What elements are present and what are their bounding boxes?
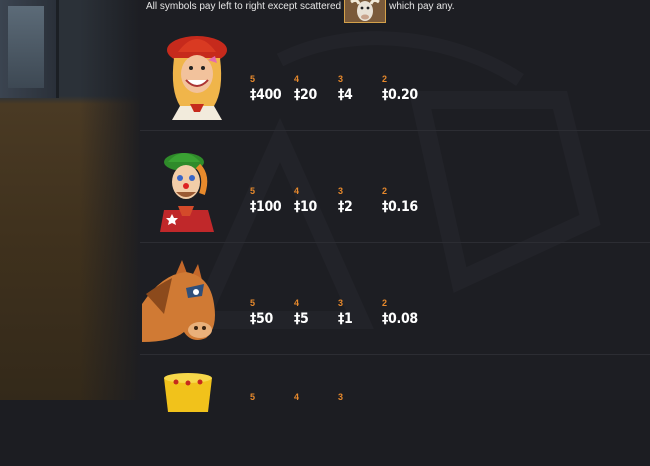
- pay-3: 3 ‡1: [338, 298, 353, 327]
- pay-2: 2 ‡0.20: [382, 74, 418, 103]
- paytable-row: 5 4 3: [140, 354, 650, 466]
- intro-text: All symbols pay left to right except sca…: [146, 0, 342, 12]
- paytable-intro: All symbols pay left to right except sca…: [146, 0, 455, 23]
- horse-icon: [142, 260, 215, 342]
- pay-5: 5 ‡100: [250, 186, 282, 215]
- game-backdrop: [0, 0, 140, 400]
- clown-cowboy-icon: [160, 153, 214, 232]
- pay-5: 5 ‡50: [250, 298, 273, 327]
- pay-5: 5: [250, 392, 256, 402]
- pay-4: 4 ‡20: [294, 74, 317, 103]
- pay-4: 4 ‡10: [294, 186, 317, 215]
- pay-5: 5 ‡400: [250, 74, 282, 103]
- pay-2: 2 ‡0.08: [382, 298, 418, 327]
- pay-2: 2 ‡0.16: [382, 186, 418, 215]
- pay-3: 3 ‡2: [338, 186, 353, 215]
- pay-3: 3 ‡4: [338, 74, 353, 103]
- intro-text-end: which pay any.: [389, 0, 455, 12]
- drum-icon: [164, 373, 212, 412]
- pay-4: 4: [294, 392, 300, 402]
- pay-3: 3: [338, 392, 344, 402]
- paytable-row: 5 ‡100 4 ‡10 3 ‡2 2 ‡0.16: [140, 130, 650, 243]
- paytable-row: 5 ‡50 4 ‡5 3 ‡1 2 ‡0.08: [140, 242, 650, 355]
- window-frame: [0, 0, 59, 98]
- paytable-row: 5 ‡400 4 ‡20 3 ‡4 2 ‡0.20: [140, 18, 650, 131]
- cowgirl-icon: [167, 36, 227, 120]
- pay-4: 4 ‡5: [294, 298, 309, 327]
